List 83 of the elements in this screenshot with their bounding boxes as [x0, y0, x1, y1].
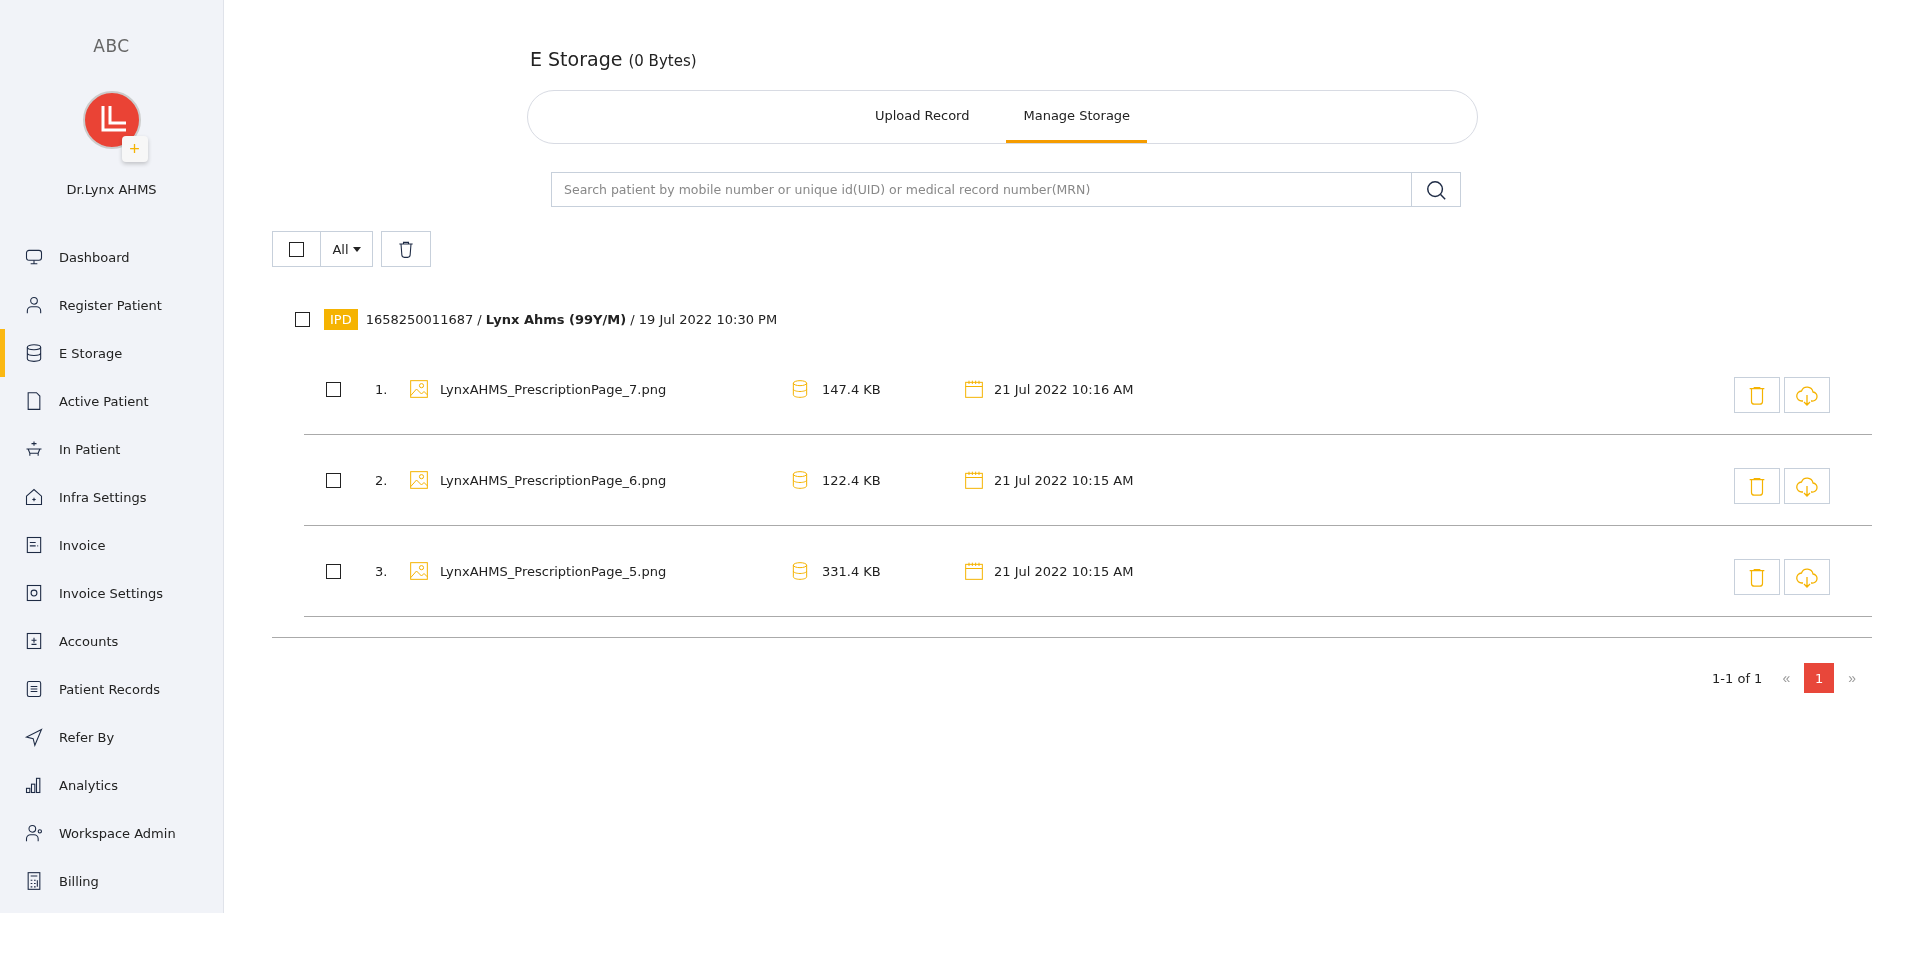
visit-type-badge: IPD: [324, 309, 358, 330]
nav-label: Workspace Admin: [59, 825, 176, 841]
nav-label: Active Patient: [59, 393, 149, 409]
search-button[interactable]: [1412, 172, 1461, 207]
nav-label: Register Patient: [59, 297, 162, 313]
nav-label: Invoice Settings: [59, 585, 163, 601]
nav-item[interactable]: Analytics: [0, 761, 223, 809]
file-name: LynxAHMS_PrescriptionPage_6.png: [440, 472, 668, 488]
nav-label: E Storage: [59, 345, 123, 361]
search-field[interactable]: Search patient by mobile number or unique id(UID) or medical record number(MRN): [551, 172, 1412, 207]
file-index: 3.: [375, 563, 389, 579]
nav-item[interactable]: Billing: [0, 857, 223, 905]
file-checkbox[interactable]: [326, 472, 341, 488]
delete-button[interactable]: [381, 231, 431, 267]
nav-item[interactable]: Dashboard: [0, 233, 223, 281]
cloud-download-icon: [1795, 383, 1819, 407]
receipt-icon: [24, 535, 44, 555]
calendar-icon: [964, 379, 984, 399]
file-size: 122.4 KB: [822, 472, 882, 488]
plus-minus-icon: [24, 631, 44, 651]
calendar-icon: [964, 561, 984, 581]
brand-name: ABC: [93, 36, 130, 56]
database-icon: [790, 561, 810, 581]
user-gear-icon: [24, 823, 44, 843]
nav-item[interactable]: Active Patient: [0, 377, 223, 425]
search-icon: [1425, 178, 1447, 201]
nav-item[interactable]: E Storage: [0, 329, 223, 377]
image-icon: [409, 379, 429, 399]
file-index: 1.: [375, 381, 389, 397]
file-date: 21 Jul 2022 10:16 AM: [994, 381, 1134, 397]
file-checkbox[interactable]: [326, 563, 341, 579]
nav-item[interactable]: Infra Settings: [0, 473, 223, 521]
list-icon: [24, 679, 44, 699]
house-icon: [24, 487, 44, 507]
nav-label: Invoice: [59, 537, 106, 553]
patient-info: 1658250011687 / Lynx Ahms (99Y/M) / 19 Jul 2022 10:30 PM: [365, 312, 778, 327]
nav-item[interactable]: Refer By: [0, 713, 223, 761]
cloud-download-icon: [1795, 565, 1819, 589]
trash-icon: [396, 239, 416, 259]
image-icon: [409, 561, 429, 581]
image-icon: [409, 470, 429, 490]
file-size: 147.4 KB: [822, 381, 882, 397]
page-title: E Storage (0 Bytes): [530, 48, 698, 70]
file-name: LynxAHMS_PrescriptionPage_5.png: [440, 563, 668, 579]
send-icon: [24, 727, 44, 747]
file-date: 21 Jul 2022 10:15 AM: [994, 563, 1134, 579]
group-checkbox[interactable]: [295, 312, 310, 327]
nav-item[interactable]: Invoice Settings: [0, 569, 223, 617]
database-icon: [790, 379, 810, 399]
nav-label: In Patient: [59, 441, 121, 457]
calendar-icon: [964, 470, 984, 490]
page-range: 1-1 of 1: [1712, 670, 1763, 686]
nav-label: Billing: [59, 873, 99, 889]
user-name: Dr.Lynx AHMS: [66, 182, 157, 197]
nav-label: Dashboard: [59, 249, 130, 265]
nav-label: Analytics: [59, 777, 119, 793]
nav-label: Refer By: [59, 729, 115, 745]
database-icon: [24, 343, 44, 363]
tab[interactable]: Manage Storage: [1006, 91, 1148, 143]
filter-dropdown[interactable]: All: [321, 231, 373, 267]
page-button[interactable]: 1: [1804, 663, 1835, 693]
nav-item[interactable]: Accounts: [0, 617, 223, 665]
nav-item[interactable]: Patient Records: [0, 665, 223, 713]
file-name: LynxAHMS_PrescriptionPage_7.png: [440, 381, 668, 397]
nav-item[interactable]: Workspace Admin: [0, 809, 223, 857]
nav-label: Infra Settings: [59, 489, 147, 505]
select-all-checkbox[interactable]: [289, 241, 304, 257]
file-date: 21 Jul 2022 10:15 AM: [994, 472, 1134, 488]
cloud-download-icon: [1795, 474, 1819, 498]
file-index: 2.: [375, 472, 389, 488]
nav-item[interactable]: Register Patient: [0, 281, 223, 329]
tab[interactable]: Upload Record: [857, 91, 987, 143]
nav-item[interactable]: Invoice: [0, 521, 223, 569]
nav-label: Accounts: [59, 633, 119, 649]
file-checkbox[interactable]: [326, 381, 341, 397]
nav-label: Patient Records: [59, 681, 161, 697]
file-size: 331.4 KB: [822, 563, 882, 579]
monitor-icon: [24, 247, 44, 267]
gear-icon: [24, 583, 44, 603]
nav-item[interactable]: In Patient: [0, 425, 223, 473]
database-icon: [790, 470, 810, 490]
bed-icon: [24, 439, 44, 459]
person-icon: [24, 295, 44, 315]
